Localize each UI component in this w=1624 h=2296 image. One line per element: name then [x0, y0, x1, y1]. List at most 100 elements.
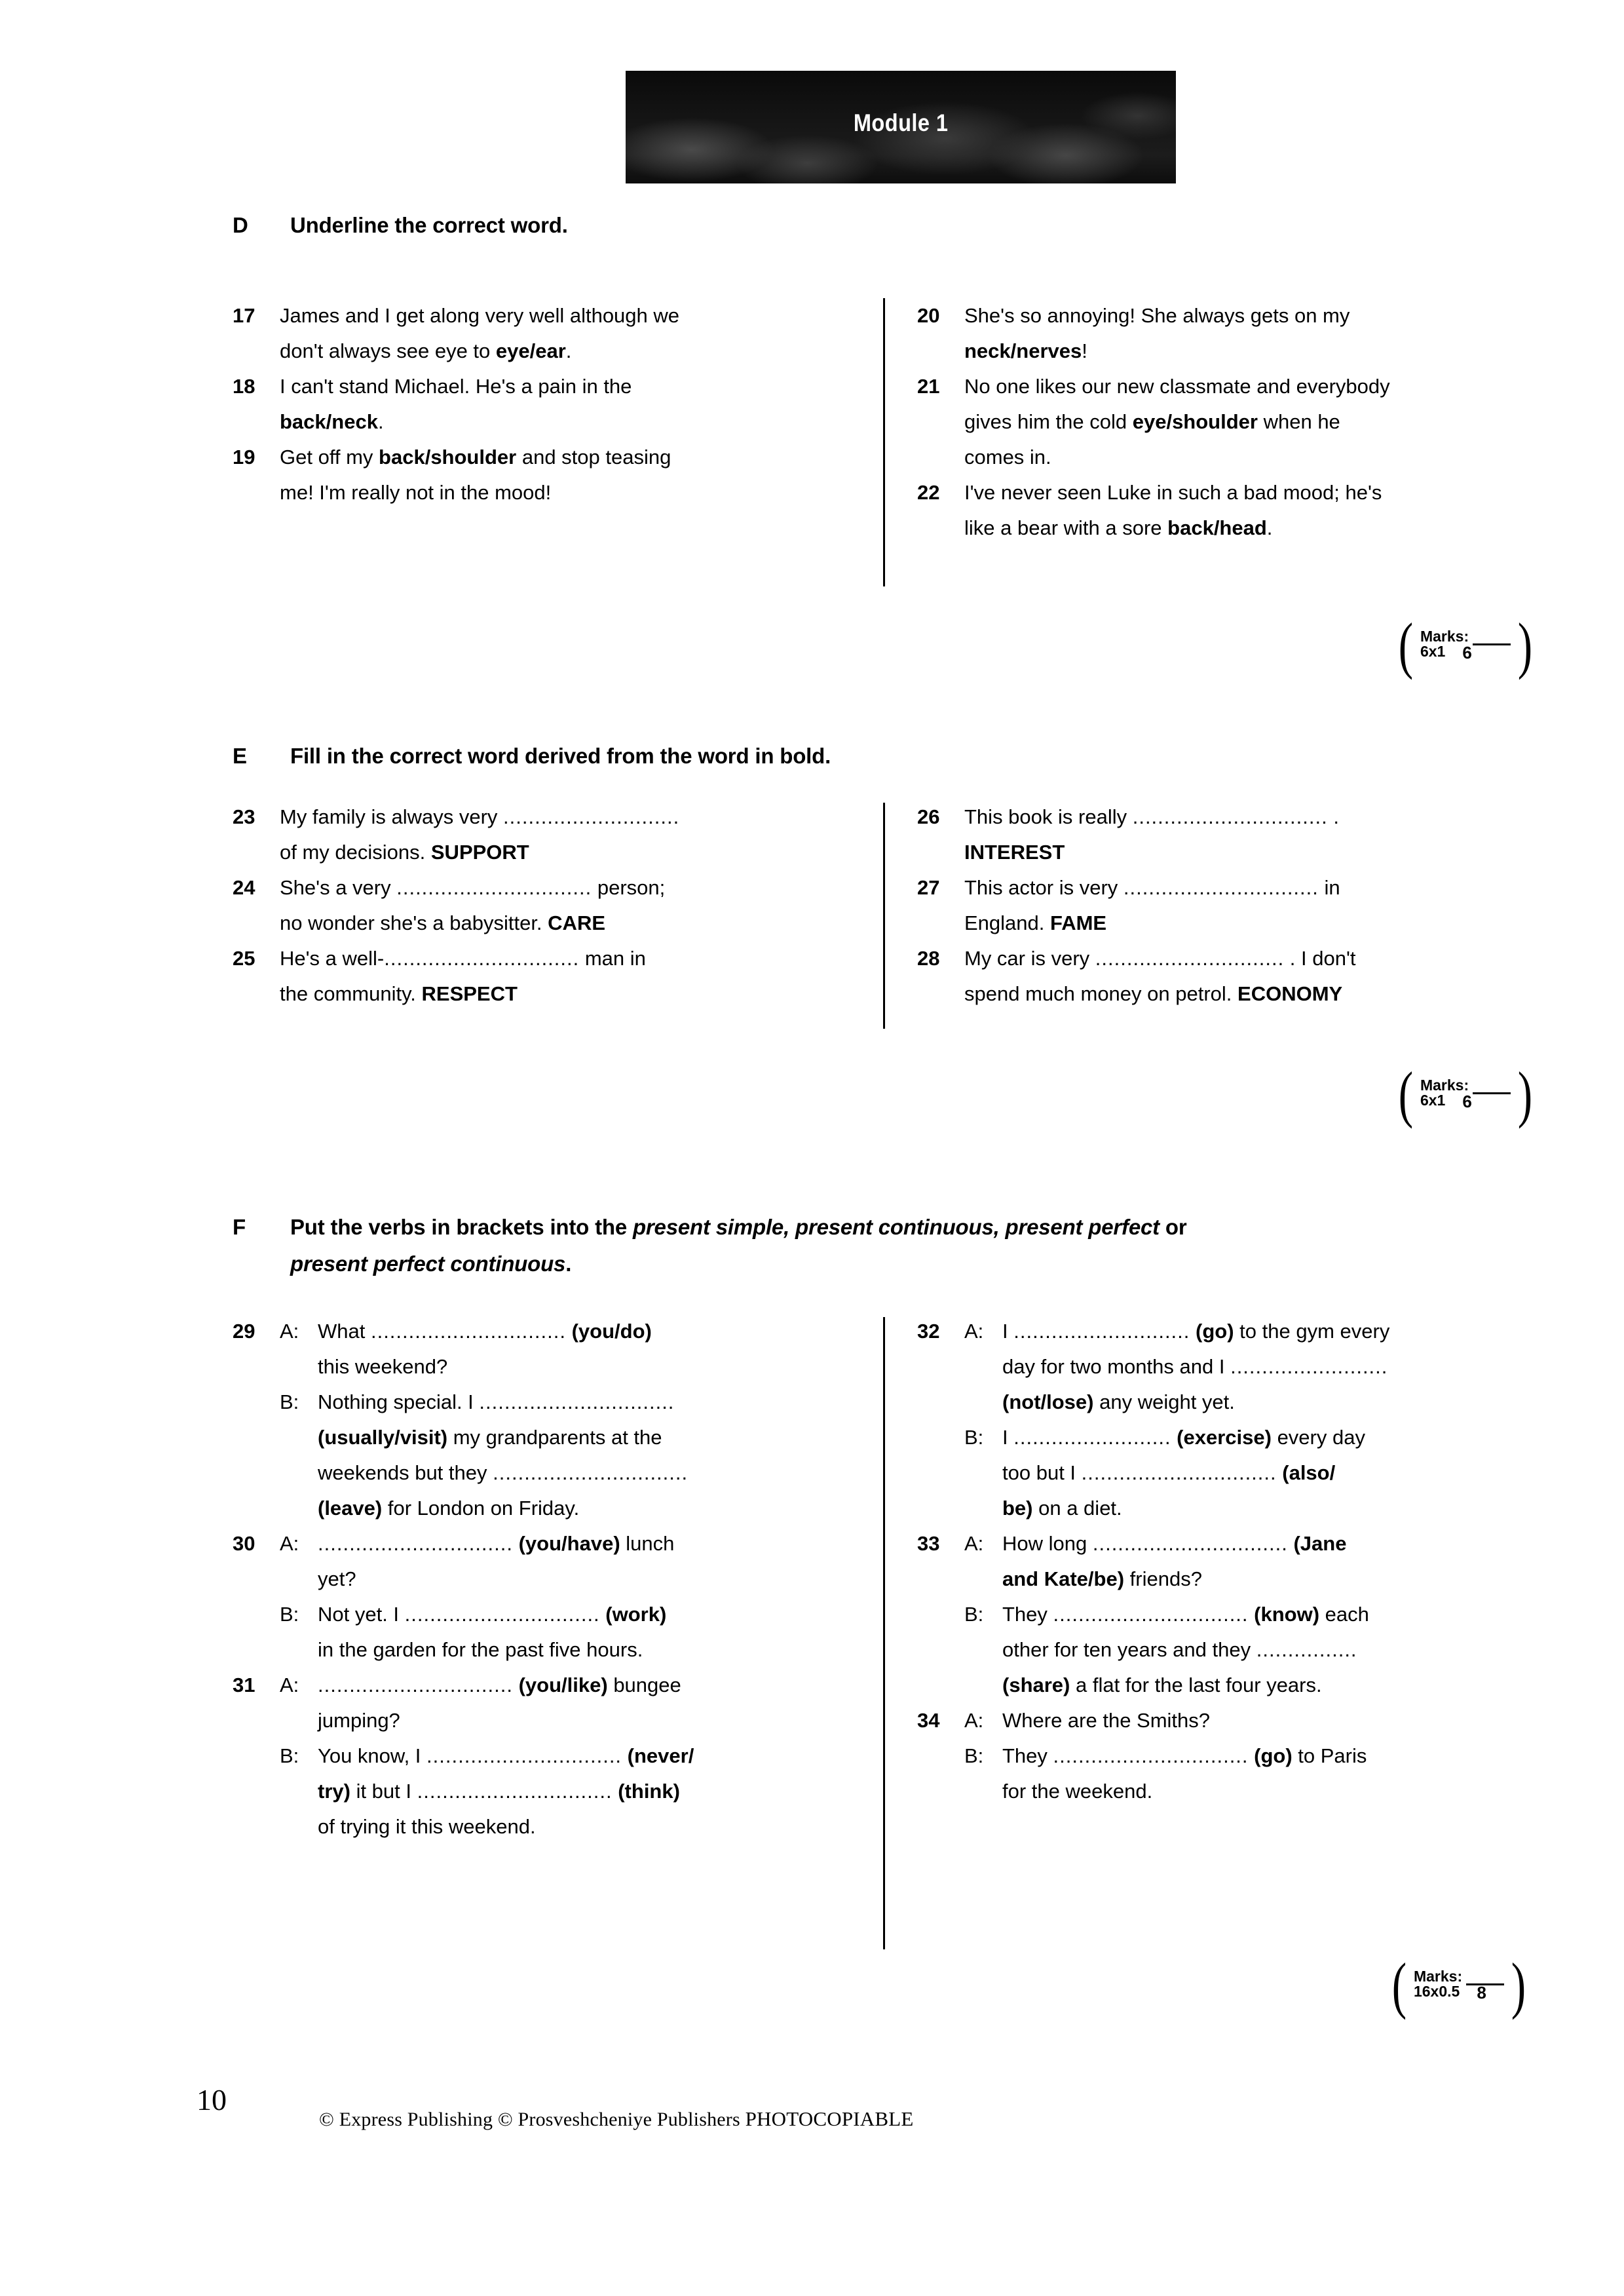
root-word: INTEREST	[964, 841, 1065, 864]
item-line: of my decisions. SUPPORT	[280, 835, 875, 870]
answer-blank[interactable]: ...............................	[384, 947, 579, 970]
dialogue-line: and Kate/be) friends?	[964, 1561, 1579, 1597]
item-text: She's a very ...........................…	[280, 870, 875, 941]
answer-blank[interactable]: ...............................	[318, 1532, 513, 1555]
item-line: INTEREST	[964, 835, 1579, 870]
speaker-label: A:	[280, 1320, 299, 1343]
answer-blank[interactable]: ...............................	[1082, 1461, 1277, 1484]
item-line: James and I get along very well although…	[280, 304, 680, 327]
item-number: 19	[233, 446, 255, 469]
right-paren: )	[1517, 1059, 1533, 1129]
dialogue-line: (share) a flat for the last four years.	[964, 1668, 1579, 1703]
item-line: no wonder she's a babysitter. CARE	[280, 906, 875, 941]
module-banner: Module 1	[626, 71, 1176, 183]
exercise-d-left-column: 17 James and I get along very well altho…	[233, 298, 875, 510]
item-line: I can't stand Michael. He's a pain in th…	[280, 375, 632, 398]
dialogue-line: (leave) for London on Friday.	[280, 1491, 875, 1526]
answer-choices[interactable]: eye/ear	[496, 339, 566, 362]
answer-blank[interactable]: ............................	[1013, 1320, 1190, 1343]
speaker-label: B:	[280, 1390, 299, 1413]
line-pre: This actor is very	[964, 876, 1124, 899]
exercise-d-letter: D	[233, 213, 248, 237]
item-number: 31	[233, 1674, 255, 1696]
verb-cue: try)	[318, 1780, 350, 1803]
verb-cue: (go)	[1248, 1744, 1293, 1767]
answer-blank[interactable]: .........................	[1230, 1355, 1388, 1378]
answer-blank[interactable]: ...............................	[396, 876, 592, 899]
speaker-label: B:	[280, 1603, 299, 1626]
line-post: each	[1319, 1603, 1369, 1626]
line-pre: They	[1002, 1603, 1053, 1626]
item-number: 27	[917, 876, 940, 899]
answer-blank[interactable]: ...............................	[493, 1461, 688, 1484]
answer-blank[interactable]: .........................	[1013, 1426, 1171, 1449]
line-post: .	[1327, 805, 1339, 828]
dialogue-line: try) it but I ..........................…	[280, 1774, 875, 1809]
answer-blank[interactable]: ...............................	[426, 1744, 622, 1767]
answer-choices[interactable]: eye/shoulder	[1133, 410, 1258, 433]
module-banner-background: Module 1	[626, 71, 1176, 183]
item-line: No one likes our new classmate and every…	[964, 375, 1390, 398]
line-pre: of trying it this weekend.	[318, 1815, 536, 1838]
answer-blank[interactable]: ...............................	[1093, 1532, 1288, 1555]
copyright-text: © Express Publishing © Prosveshcheniye P…	[319, 2109, 740, 2130]
dialogue-line: A: What ............................... (…	[280, 1314, 875, 1349]
answer-blank[interactable]: ...............................	[417, 1780, 613, 1803]
verb-cue: (leave)	[318, 1497, 383, 1520]
dialogue-line: B: They ............................... (…	[964, 1597, 1579, 1632]
dialogue-line: A:............................... (you/h…	[280, 1526, 875, 1561]
answer-blank[interactable]: ...............................	[318, 1674, 513, 1696]
answer-blank[interactable]: ...............................	[1053, 1744, 1249, 1767]
verb-cue: and Kate/be)	[1002, 1567, 1125, 1590]
question-item: 21 No one likes our new classmate and ev…	[917, 369, 1579, 475]
answer-choices[interactable]: neck/nerves	[964, 339, 1082, 362]
line-post: a flat for the last four years.	[1070, 1674, 1322, 1696]
answer-blank[interactable]: ................	[1256, 1638, 1357, 1661]
left-paren: (	[1398, 1059, 1414, 1129]
line-pre: the community.	[280, 982, 422, 1005]
dialogue-line: (not/lose) any weight yet.	[964, 1385, 1579, 1420]
line-pre: like a bear with a sore	[964, 516, 1168, 539]
answer-blank[interactable]: ...............................	[1124, 876, 1319, 899]
answer-blank[interactable]: ...............................	[479, 1390, 674, 1413]
line-pre: weekends but they	[318, 1461, 493, 1484]
question-item: 33 A: How long ..........................…	[917, 1526, 1579, 1703]
answer-choices[interactable]: back/neck	[280, 410, 378, 433]
speaker-label: B:	[964, 1426, 984, 1449]
answer-blank[interactable]: ............................	[503, 805, 679, 828]
answer-blank[interactable]: ...............................	[405, 1603, 600, 1626]
line-post: when he	[1257, 410, 1340, 433]
item-number: 33	[917, 1532, 940, 1555]
item-line: He's a well-............................…	[280, 941, 875, 976]
exercise-f-right-column: 32 A: I ............................ (go)…	[917, 1314, 1579, 1809]
marks-box-d: ( Marks: 6x1 6 )	[1395, 610, 1536, 680]
line-pre: Get off my	[280, 446, 379, 469]
answer-blank[interactable]: ...............................	[371, 1320, 566, 1343]
line-pre: Not yet. I	[318, 1603, 405, 1626]
item-line: She's a very ...........................…	[280, 870, 875, 906]
answer-blank[interactable]: ...............................	[1053, 1603, 1249, 1626]
verb-cue: (you/have)	[513, 1532, 620, 1555]
dialogue-line: B: I ......................... (exercise)…	[964, 1420, 1579, 1455]
answer-blank[interactable]: ..............................	[1095, 947, 1284, 970]
line-pre: She's a very	[280, 876, 397, 899]
root-word: SUPPORT	[430, 841, 529, 864]
dialogue-line: weekends but they ......................…	[280, 1455, 875, 1491]
item-number: 24	[233, 876, 255, 899]
answer-choices[interactable]: back/head	[1167, 516, 1267, 539]
module-banner-title: Module 1	[853, 109, 949, 136]
question-item: 22 I've never seen Luke in such a bad mo…	[917, 475, 1579, 546]
question-item: 28 My car is very ......................…	[917, 941, 1579, 1012]
right-paren: )	[1517, 610, 1533, 680]
question-item: 29 A: What ..............................…	[233, 1314, 875, 1526]
answer-blank[interactable]: ...............................	[1133, 805, 1328, 828]
item-number: 18	[233, 375, 255, 398]
verb-cue: (you/like)	[513, 1674, 608, 1696]
line-post: for London on Friday.	[382, 1497, 580, 1520]
item-number: 34	[917, 1709, 940, 1732]
item-line: She's so annoying! She always gets on my	[964, 304, 1350, 327]
exercise-f-instruction: Put the verbs in brackets into the prese…	[290, 1209, 1187, 1282]
question-item: 26 This book is really .................…	[917, 799, 1579, 870]
answer-choices[interactable]: back/shoulder	[379, 446, 516, 469]
item-text: No one likes our new classmate and every…	[964, 369, 1579, 475]
